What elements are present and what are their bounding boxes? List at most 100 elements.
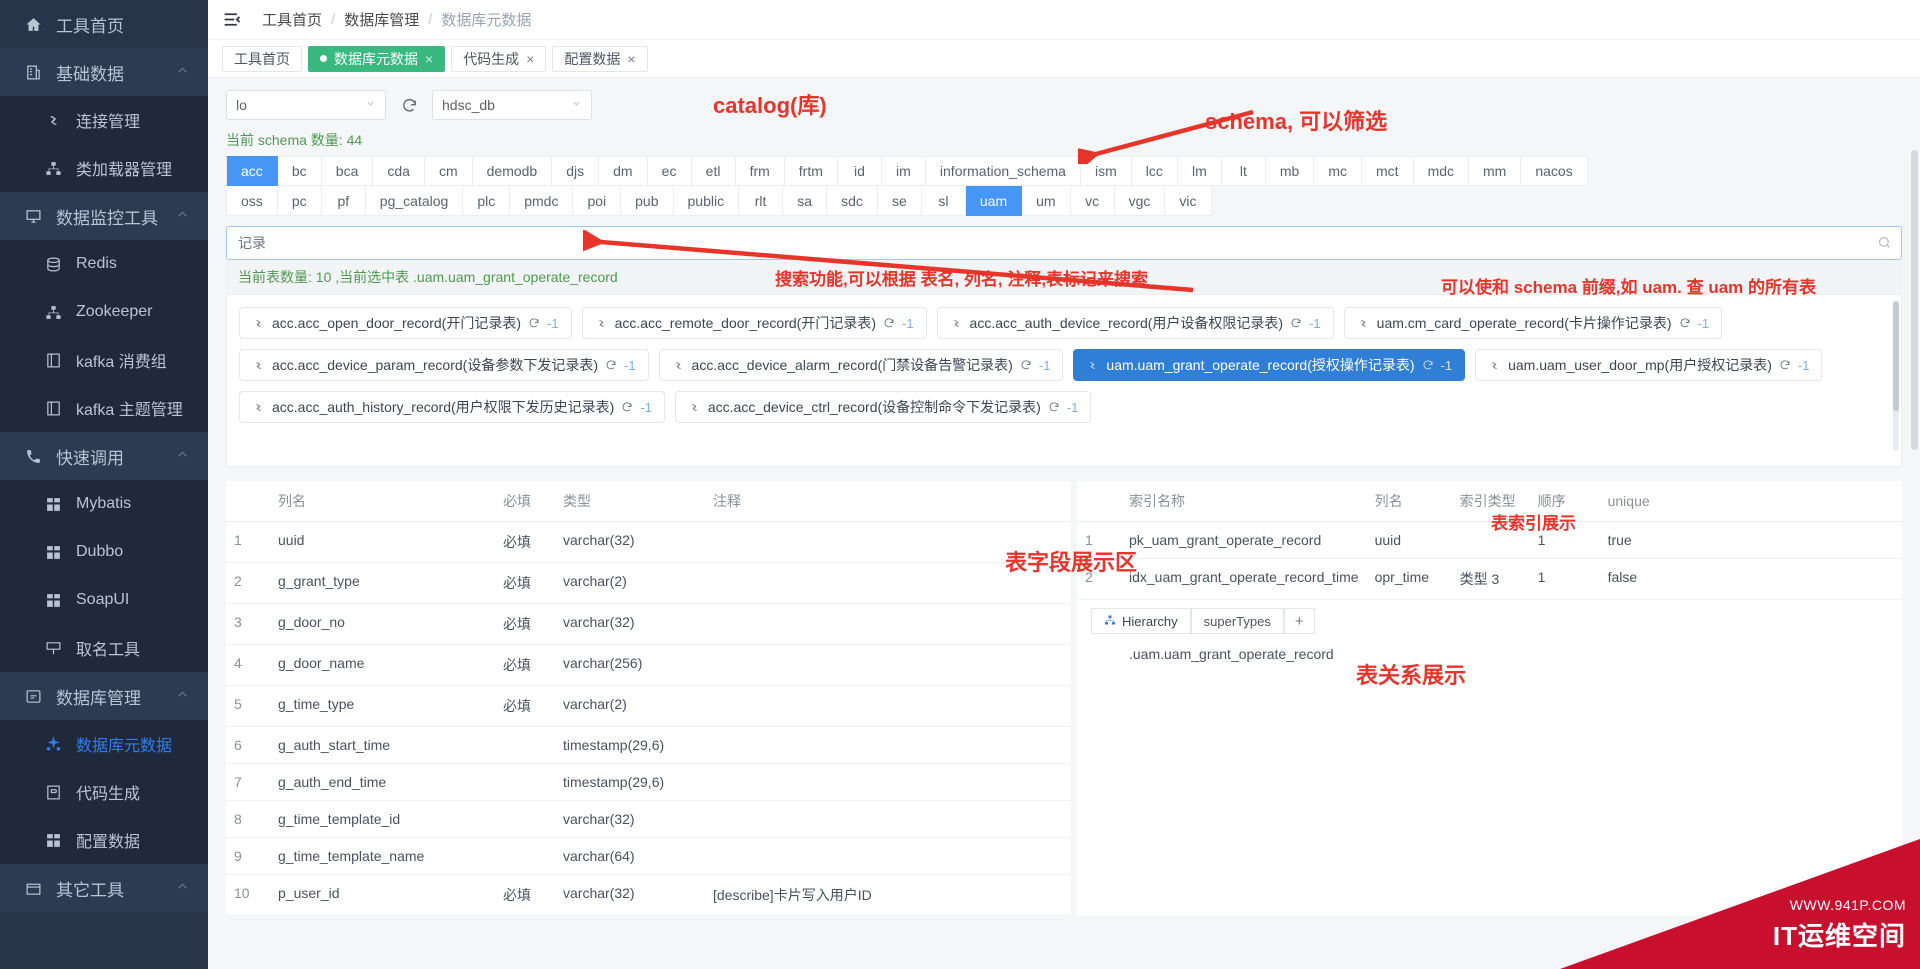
- table-row[interactable]: 7 g_auth_end_time timestamp(29,6): [226, 763, 1071, 801]
- schema-tag-mb[interactable]: mb: [1265, 156, 1315, 186]
- schema-tag-sl[interactable]: sl: [921, 186, 966, 216]
- refresh-icon[interactable]: [1048, 401, 1060, 413]
- schema-tag-cm[interactable]: cm: [424, 156, 473, 186]
- schema-tag-vgc[interactable]: vgc: [1114, 186, 1166, 216]
- schema-tag-mc[interactable]: mc: [1314, 156, 1362, 186]
- schema-tag-etl[interactable]: etl: [691, 156, 736, 186]
- refresh-icon[interactable]: [1679, 317, 1691, 329]
- table-row[interactable]: 6 g_auth_start_time timestamp(29,6): [226, 726, 1071, 764]
- schema-tag-cda[interactable]: cda: [373, 156, 425, 186]
- schema-tag-im[interactable]: im: [881, 156, 926, 186]
- breadcrumb-item-0[interactable]: 工具首页: [262, 9, 322, 30]
- table-row[interactable]: 1 uuid 必填 varchar(32): [226, 521, 1071, 563]
- schema-tag-frm[interactable]: frm: [735, 156, 785, 186]
- schema-tag-vic[interactable]: vic: [1165, 186, 1212, 216]
- table-row[interactable]: 2 g_grant_type 必填 varchar(2): [226, 562, 1071, 604]
- table-row[interactable]: 4 g_door_name 必填 varchar(256): [226, 644, 1071, 686]
- sidebar-group-basic-data[interactable]: 基础数据: [0, 48, 208, 96]
- search-input[interactable]: [226, 226, 1902, 260]
- schema-tag-oss[interactable]: oss: [226, 186, 278, 216]
- refresh-icon[interactable]: [621, 401, 633, 413]
- schema-tag-pmdc[interactable]: pmdc: [510, 186, 574, 216]
- schema-tag-um[interactable]: um: [1022, 186, 1071, 216]
- table-chip[interactable]: acc.acc_auth_device_record(用户设备权限记录表) -1: [936, 307, 1334, 339]
- schema-tag-vc[interactable]: vc: [1070, 186, 1115, 216]
- table-chip[interactable]: uam.uam_user_door_mp(用户授权记录表) -1: [1475, 349, 1823, 381]
- sidebar-item-config-data[interactable]: 配置数据: [0, 816, 208, 864]
- schema-tag-uam[interactable]: uam: [965, 186, 1023, 216]
- table-row[interactable]: 1 pk_uam_grant_operate_record uuid 1 true: [1077, 521, 1902, 559]
- schema-tag-se[interactable]: se: [877, 186, 922, 216]
- schema-tag-sa[interactable]: sa: [783, 186, 828, 216]
- schema-tag-lm[interactable]: lm: [1177, 156, 1222, 186]
- schema-tag-pg_catalog[interactable]: pg_catalog: [365, 186, 464, 216]
- search-icon[interactable]: [1877, 235, 1892, 255]
- relation-tab-hierarchy[interactable]: Hierarchy: [1091, 608, 1191, 634]
- sidebar-item-home[interactable]: 工具首页: [0, 0, 208, 48]
- refresh-icon[interactable]: [528, 317, 540, 329]
- schema-tag-lcc[interactable]: lcc: [1131, 156, 1178, 186]
- schema-tag-mct[interactable]: mct: [1362, 156, 1414, 186]
- schema-tag-information_schema[interactable]: information_schema: [925, 156, 1081, 186]
- refresh-icon[interactable]: [883, 317, 895, 329]
- table-row[interactable]: 8 g_time_template_id varchar(32): [226, 800, 1071, 838]
- breadcrumb-item-1[interactable]: 数据库管理: [344, 9, 419, 30]
- page-scrollbar[interactable]: [1911, 150, 1918, 510]
- schema-tag-dm[interactable]: dm: [599, 156, 648, 186]
- tab-code-gen[interactable]: 代码生成 ×: [451, 45, 547, 72]
- tab-home[interactable]: 工具首页: [222, 45, 302, 72]
- relation-tab-add[interactable]: +: [1283, 608, 1315, 634]
- sidebar-item-code-gen[interactable]: 代码生成: [0, 768, 208, 816]
- close-icon[interactable]: ×: [425, 51, 433, 67]
- refresh-icon[interactable]: [1020, 359, 1032, 371]
- schema-tag-demodb[interactable]: demodb: [472, 156, 553, 186]
- sidebar-group-db-mgmt[interactable]: 数据库管理: [0, 672, 208, 720]
- table-chip[interactable]: uam.uam_grant_operate_record(授权操作记录表) -1: [1073, 349, 1466, 381]
- table-row[interactable]: 9 g_time_template_name varchar(64): [226, 837, 1071, 875]
- close-icon[interactable]: ×: [627, 51, 635, 67]
- sidebar-item-db-metadata[interactable]: 数据库元数据: [0, 720, 208, 768]
- schema-tag-pub[interactable]: pub: [621, 186, 674, 216]
- schema-tag-acc[interactable]: acc: [226, 156, 278, 186]
- schema-tag-lt[interactable]: lt: [1221, 156, 1266, 186]
- table-chip[interactable]: acc.acc_device_ctrl_record(设备控制命令下发记录表) -…: [674, 391, 1092, 423]
- schema-tag-ec[interactable]: ec: [647, 156, 692, 186]
- sidebar-item-connection-mgmt[interactable]: 连接管理: [0, 96, 208, 144]
- sidebar-item-kafka-consumer-group[interactable]: kafka 消费组: [0, 336, 208, 384]
- schema-tag-poi[interactable]: poi: [573, 186, 622, 216]
- schema-tag-pf[interactable]: pf: [321, 186, 366, 216]
- schema-tag-mm[interactable]: mm: [1469, 156, 1522, 186]
- sidebar-item-dubbo[interactable]: Dubbo: [0, 528, 208, 576]
- chip-scrollbar[interactable]: [1893, 301, 1899, 451]
- schema-tag-pc[interactable]: pc: [277, 186, 322, 216]
- schema-tag-bca[interactable]: bca: [321, 156, 374, 186]
- table-row[interactable]: 5 g_time_type 必填 varchar(2): [226, 685, 1071, 727]
- schema-tag-rlt[interactable]: rlt: [739, 186, 784, 216]
- sidebar-item-kafka-topic-mgmt[interactable]: kafka 主题管理: [0, 384, 208, 432]
- table-chip[interactable]: acc.acc_open_door_record(开门记录表) -1: [239, 307, 572, 339]
- sidebar-group-other-tools[interactable]: 其它工具: [0, 864, 208, 912]
- refresh-icon[interactable]: [1422, 359, 1434, 371]
- sidebar-item-redis[interactable]: Redis: [0, 240, 208, 288]
- table-row[interactable]: 2 idx_uam_grant_operate_record_time opr_ti…: [1077, 558, 1902, 600]
- tab-db-metadata[interactable]: 数据库元数据 ×: [308, 45, 446, 72]
- refresh-icon[interactable]: [398, 94, 420, 116]
- sidebar-item-zookeeper[interactable]: Zookeeper: [0, 288, 208, 336]
- table-row[interactable]: 3 g_door_no 必填 varchar(32): [226, 603, 1071, 645]
- menu-icon[interactable]: [222, 9, 244, 31]
- table-chip[interactable]: uam.cm_card_operate_record(卡片操作记录表) -1: [1343, 307, 1723, 339]
- schema-tag-plc[interactable]: plc: [463, 186, 511, 216]
- sidebar-item-classloader-mgmt[interactable]: 类加载器管理: [0, 144, 208, 192]
- sidebar-group-quick-call[interactable]: 快速调用: [0, 432, 208, 480]
- schema-tag-sdc[interactable]: sdc: [827, 186, 878, 216]
- schema-tag-mdc[interactable]: mdc: [1413, 156, 1470, 186]
- sidebar-item-mybatis[interactable]: Mybatis: [0, 480, 208, 528]
- sidebar-item-naming-tool[interactable]: 取名工具: [0, 624, 208, 672]
- relation-tab-supertypes[interactable]: superTypes: [1190, 608, 1284, 634]
- sidebar-group-data-monitor[interactable]: 数据监控工具: [0, 192, 208, 240]
- table-chip[interactable]: acc.acc_device_param_record(设备参数下发记录表) -1: [239, 349, 649, 381]
- schema-tag-ism[interactable]: ism: [1080, 156, 1132, 186]
- refresh-icon[interactable]: [1290, 317, 1302, 329]
- schema-tag-frtm[interactable]: frtm: [784, 156, 838, 186]
- schema-tag-nacos[interactable]: nacos: [1521, 156, 1588, 186]
